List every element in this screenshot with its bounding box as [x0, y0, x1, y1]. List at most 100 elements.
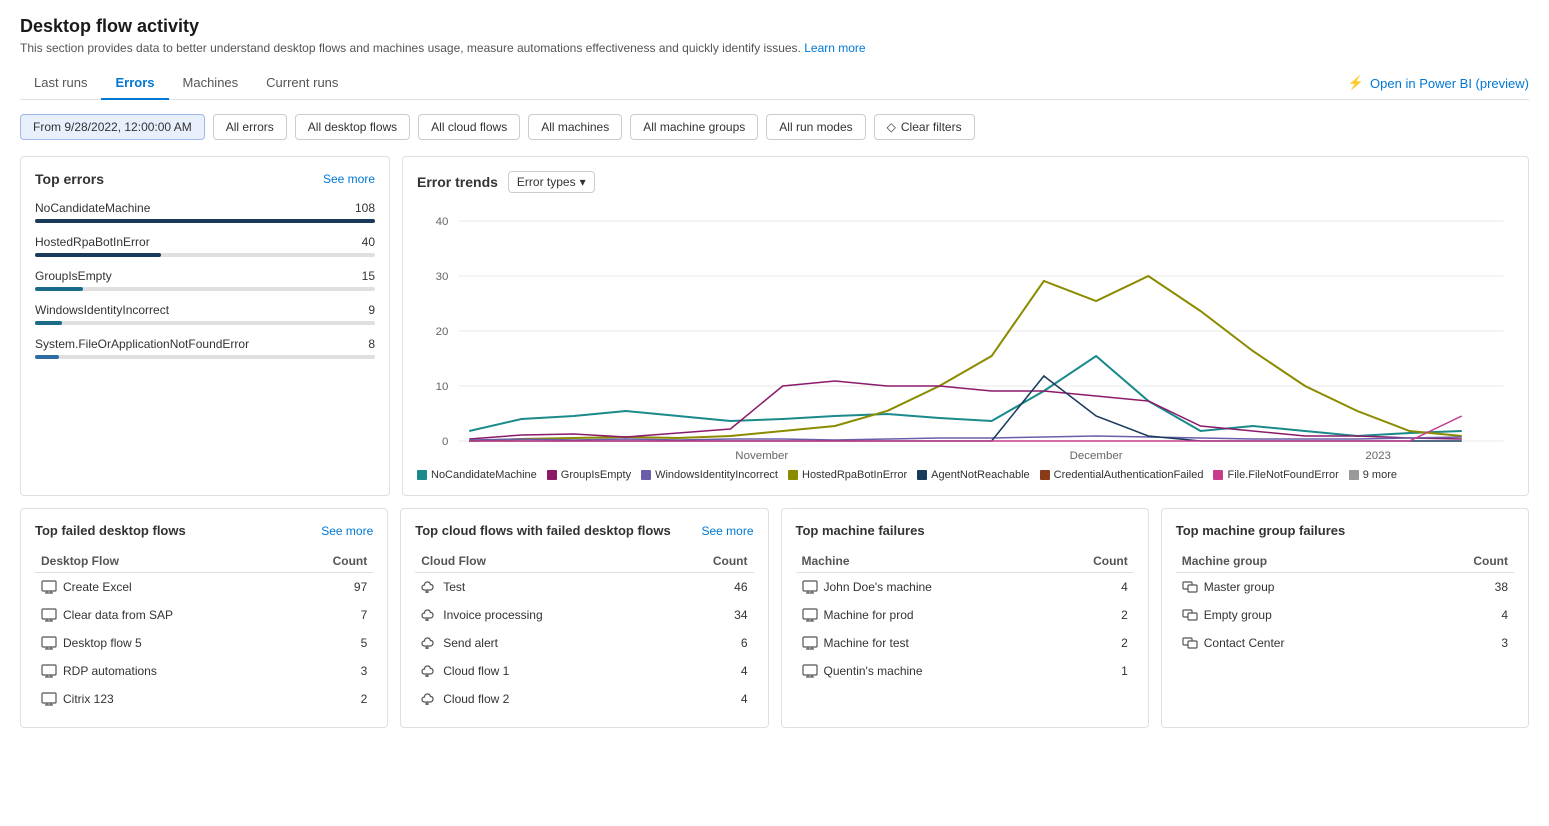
desktop-flow-icon [41, 579, 57, 595]
error-name: HostedRpaBotInError [35, 235, 150, 249]
error-bar-track [35, 253, 375, 257]
flow-name-cell: RDP automations [35, 657, 290, 685]
col-cloud-flow: Cloud Flow [415, 550, 666, 573]
error-types-dropdown[interactable]: Error types ▾ [508, 171, 595, 193]
top-machine-group-failures-panel: Top machine group failures Machine group… [1161, 508, 1529, 728]
main-content: Top errors See more NoCandidateMachine 1… [20, 156, 1529, 496]
machine-group-failures-title: Top machine group failures [1176, 523, 1346, 538]
svg-text:10: 10 [436, 381, 449, 393]
error-bar-fill [35, 321, 62, 325]
legend-dot [788, 470, 798, 480]
machine-group-name-cell: Master group [1176, 573, 1416, 602]
flow-count-cell: 5 [290, 629, 373, 657]
svg-text:30: 30 [436, 271, 449, 283]
col-count: Count [1050, 550, 1134, 573]
legend-item: WindowsIdentityIncorrect [641, 469, 778, 481]
error-bar-track [35, 219, 375, 223]
machine-failures-table: Machine Count John Doe's machine 4 [796, 550, 1134, 685]
error-name: NoCandidateMachine [35, 201, 150, 215]
machine-group-icon [1182, 607, 1198, 623]
table-row: Machine for test 2 [796, 629, 1134, 657]
flow-count-cell: 3 [290, 657, 373, 685]
desktop-flow-icon [41, 607, 57, 623]
legend-label: HostedRpaBotInError [802, 469, 907, 481]
table-row: Empty group 4 [1176, 601, 1514, 629]
cloud-flows-table: Cloud Flow Count Test 46 [415, 550, 753, 713]
open-powerbi-button[interactable]: ⚡ Open in Power BI (preview) [1348, 75, 1529, 91]
error-count: 8 [368, 337, 375, 351]
legend-label: WindowsIdentityIncorrect [655, 469, 778, 481]
date-filter-button[interactable]: From 9/28/2022, 12:00:00 AM [20, 114, 205, 140]
cloud-flow-icon [421, 691, 437, 707]
legend-label: GroupIsEmpty [561, 469, 631, 481]
machine-icon [802, 579, 818, 595]
powerbi-icon: ⚡ [1348, 75, 1364, 91]
desktop-flows-filter-button[interactable]: All desktop flows [295, 114, 410, 140]
legend-item: File.FileNotFoundError [1213, 469, 1338, 481]
cloud-flow-name-cell: Cloud flow 1 [415, 657, 666, 685]
machine-name-cell: Machine for prod [796, 601, 1051, 629]
top-errors-see-more[interactable]: See more [323, 172, 375, 186]
flow-count-cell: 2 [290, 685, 373, 713]
table-row: Citrix 123 2 [35, 685, 373, 713]
filters-bar: From 9/28/2022, 12:00:00 AM All errors A… [20, 114, 1529, 140]
table-row: RDP automations 3 [35, 657, 373, 685]
machine-groups-filter-button[interactable]: All machine groups [630, 114, 758, 140]
failed-desktop-flows-see-more[interactable]: See more [321, 524, 373, 538]
clear-filters-button[interactable]: ◇ Clear filters [874, 114, 975, 140]
error-name: System.FileOrApplicationNotFoundError [35, 337, 249, 351]
col-desktop-flow: Desktop Flow [35, 550, 290, 573]
error-count: 15 [362, 269, 375, 283]
legend-item: CredentialAuthenticationFailed [1040, 469, 1204, 481]
legend-label: AgentNotReachable [931, 469, 1029, 481]
table-row: Desktop flow 5 5 [35, 629, 373, 657]
machine-icon [802, 663, 818, 679]
error-bar-track [35, 287, 375, 291]
table-row: John Doe's machine 4 [796, 573, 1134, 602]
flow-count-cell: 97 [290, 573, 373, 602]
legend-item: AgentNotReachable [917, 469, 1029, 481]
machine-group-count-cell: 4 [1416, 601, 1514, 629]
tab-current-runs[interactable]: Current runs [252, 67, 352, 100]
error-count: 9 [368, 303, 375, 317]
machine-group-failures-table: Machine group Count Master group 38 [1176, 550, 1514, 657]
machine-icon [802, 635, 818, 651]
table-row: Quentin's machine 1 [796, 657, 1134, 685]
cloud-flow-count-cell: 46 [666, 573, 754, 602]
learn-more-link[interactable]: Learn more [804, 41, 865, 55]
error-bar-fill [35, 219, 375, 223]
svg-text:December: December [1070, 450, 1123, 461]
machine-failures-title: Top machine failures [796, 523, 925, 538]
top-errors-panel: Top errors See more NoCandidateMachine 1… [20, 156, 390, 496]
cloud-flow-icon [421, 635, 437, 651]
cloud-flow-count-cell: 4 [666, 685, 754, 713]
col-count: Count [290, 550, 373, 573]
errors-filter-button[interactable]: All errors [213, 114, 287, 140]
error-bar-fill [35, 355, 59, 359]
page-subtitle: This section provides data to better und… [20, 41, 1529, 55]
machine-count-cell: 1 [1050, 657, 1134, 685]
svg-text:20: 20 [436, 326, 449, 338]
run-modes-filter-button[interactable]: All run modes [766, 114, 865, 140]
tab-machines[interactable]: Machines [169, 67, 253, 100]
machine-name-cell: John Doe's machine [796, 573, 1051, 602]
page-title: Desktop flow activity [20, 16, 1529, 37]
legend-label: NoCandidateMachine [431, 469, 537, 481]
cloud-flow-name-cell: Cloud flow 2 [415, 685, 666, 713]
legend-label: File.FileNotFoundError [1227, 469, 1338, 481]
cloud-flow-icon [421, 607, 437, 623]
error-items-list: NoCandidateMachine 108 HostedRpaBotInErr… [35, 201, 375, 359]
col-machine: Machine [796, 550, 1051, 573]
cloud-flow-count-cell: 6 [666, 629, 754, 657]
cloud-flows-filter-button[interactable]: All cloud flows [418, 114, 520, 140]
tab-errors[interactable]: Errors [101, 67, 168, 100]
machine-group-icon [1182, 635, 1198, 651]
cloud-flows-see-more[interactable]: See more [701, 524, 753, 538]
desktop-flow-icon [41, 663, 57, 679]
legend-dot [641, 470, 651, 480]
error-name: GroupIsEmpty [35, 269, 112, 283]
machines-filter-button[interactable]: All machines [528, 114, 622, 140]
col-count: Count [1416, 550, 1514, 573]
tab-last-runs[interactable]: Last runs [20, 67, 101, 100]
error-item: GroupIsEmpty 15 [35, 269, 375, 291]
